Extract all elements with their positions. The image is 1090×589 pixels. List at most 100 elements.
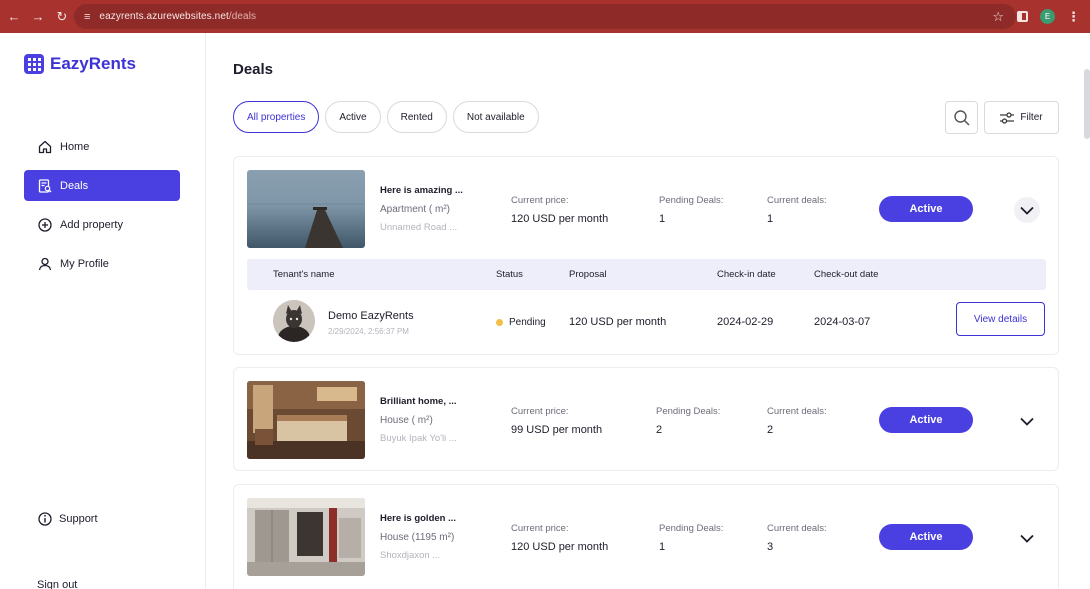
property-photo [247,170,365,248]
deal-check-out: 2024-03-07 [814,316,871,328]
property-address: Buyuk Ipak Yo'li ... [380,433,457,444]
property-photo [247,498,365,576]
document-search-icon [37,178,53,194]
pending-deals-value: 1 [659,541,666,553]
tab-not-available[interactable]: Not available [452,101,539,133]
filter-label: Filter [1020,112,1043,123]
column-header-check-in: Check-in date [717,269,776,280]
profile-avatar[interactable]: E [1040,9,1055,24]
user-icon [37,256,53,272]
property-address: Unnamed Road ... [380,222,458,233]
property-photo [247,381,365,459]
current-deals-label: Current deals: [767,195,827,206]
pending-deals-value: 2 [656,424,663,436]
sidebar-item-support[interactable]: Support [37,511,98,527]
site-settings-icon[interactable]: ≡ [84,11,90,23]
sliders-icon [1000,111,1015,124]
current-price-label: Current price: [511,195,569,206]
filter-tabs: All properties Active Rented Not availab… [233,101,539,133]
property-address: Shoxdjaxon ... [380,550,441,561]
reload-icon[interactable]: ↻ [52,7,72,27]
support-label: Support [59,513,98,525]
property-type: Apartment ( m²) [380,204,451,215]
search-icon [953,109,970,126]
pending-deals-value: 1 [659,213,666,225]
deal-status-text: Pending [509,317,546,328]
tenant-name: Demo EazyRents [328,310,414,322]
column-header-proposal: Proposal [569,269,607,280]
view-details-button[interactable]: View details [956,302,1045,336]
home-icon [37,139,53,155]
brand-name: EazyRents [50,54,136,73]
browser-menu-icon[interactable]: ⋮ [1067,9,1080,25]
logo-icon [24,54,44,74]
current-deals-label: Current deals: [767,406,827,417]
search-button[interactable] [945,101,978,134]
property-card[interactable]: Brilliant home, ... House ( m²) Buyuk Ip… [233,367,1059,471]
app-logo[interactable]: EazyRents [24,54,136,74]
current-deals-value: 2 [767,424,774,436]
chevron-down-icon [1020,534,1034,543]
sidebar-item-label: My Profile [60,257,109,270]
deal-proposal: 120 USD per month [569,316,667,328]
side-panel-icon[interactable] [1017,11,1028,22]
property-title: Here is amazing ... [380,185,463,196]
current-deals-value: 3 [767,541,774,553]
status-badge[interactable]: Active [879,524,973,550]
sidebar-item-deals[interactable]: Deals [24,170,180,201]
status-badge[interactable]: Active [879,407,973,433]
chevron-down-icon [1020,206,1034,215]
sidebar-item-cut-off[interactable]: Sign out [37,579,77,589]
sidebar-nav: Home Deals Add property My Profile [24,131,180,287]
filter-button[interactable]: Filter [984,101,1059,134]
property-title: Brilliant home, ... [380,396,457,407]
pending-deals-label: Pending Deals: [659,195,724,206]
pending-dot-icon [496,319,503,326]
page-title: Deals [233,61,274,78]
avatar [273,300,315,342]
main-content: Deals All properties Active Rented Not a… [207,33,1090,589]
sidebar-item-label: Deals [60,179,89,192]
column-header-check-out: Check-out date [814,269,879,280]
browser-toolbar: ← → ↻ ≡ eazyrents.azurewebsites.net/deal… [0,0,1090,33]
deal-check-in: 2024-02-29 [717,316,774,328]
column-header-tenant: Tenant's name [273,269,335,280]
property-card[interactable]: Here is golden ... House (1195 m²) Shoxd… [233,484,1059,589]
current-deals-value: 1 [767,213,774,225]
current-deals-label: Current deals: [767,523,827,534]
expand-toggle[interactable] [1014,408,1040,434]
tab-all-properties[interactable]: All properties [233,101,320,133]
sidebar-item-label: Add property [60,218,123,231]
info-icon [37,511,53,527]
pending-deals-label: Pending Deals: [656,406,721,417]
status-badge[interactable]: Active [879,196,973,222]
deal-created-at: 2/29/2024, 2:56:37 PM [328,327,409,336]
sidebar-item-my-profile[interactable]: My Profile [24,248,180,279]
deal-status: Pending [496,317,546,328]
plus-circle-icon [37,217,53,233]
expand-toggle[interactable] [1014,525,1040,551]
sidebar-item-add-property[interactable]: Add property [24,209,180,240]
url-text: eazyrents.azurewebsites.net/deals [99,11,257,22]
property-type: House ( m²) [380,415,433,426]
current-price-value: 120 USD per month [511,213,609,225]
sidebar-item-home[interactable]: Home [24,131,180,162]
tab-rented[interactable]: Rented [386,101,447,133]
tab-active[interactable]: Active [325,101,381,133]
chevron-down-icon [1020,417,1034,426]
sidebar: EazyRents Home Deals Add property My Pro… [0,33,206,589]
page-scrollbar[interactable] [1084,69,1090,139]
current-price-label: Current price: [511,406,569,417]
expand-toggle[interactable] [1014,197,1040,223]
sidebar-item-label: Home [60,140,90,153]
forward-icon[interactable]: → [28,7,48,27]
bookmark-star-icon[interactable]: ☆ [992,9,1004,25]
column-header-status: Status [496,269,523,280]
back-icon[interactable]: ← [4,7,24,27]
property-type: House (1195 m²) [380,532,455,543]
address-bar[interactable]: ≡ eazyrents.azurewebsites.net/deals ☆ [74,4,1016,29]
deals-table-header: Tenant's name Status Proposal Check-in d… [247,259,1046,290]
current-price-value: 99 USD per month [511,424,603,436]
deal-row: Demo EazyRents 2/29/2024, 2:56:37 PM Pen… [247,297,1046,351]
property-card[interactable]: Here is amazing ... Apartment ( m²) Unna… [233,156,1059,355]
